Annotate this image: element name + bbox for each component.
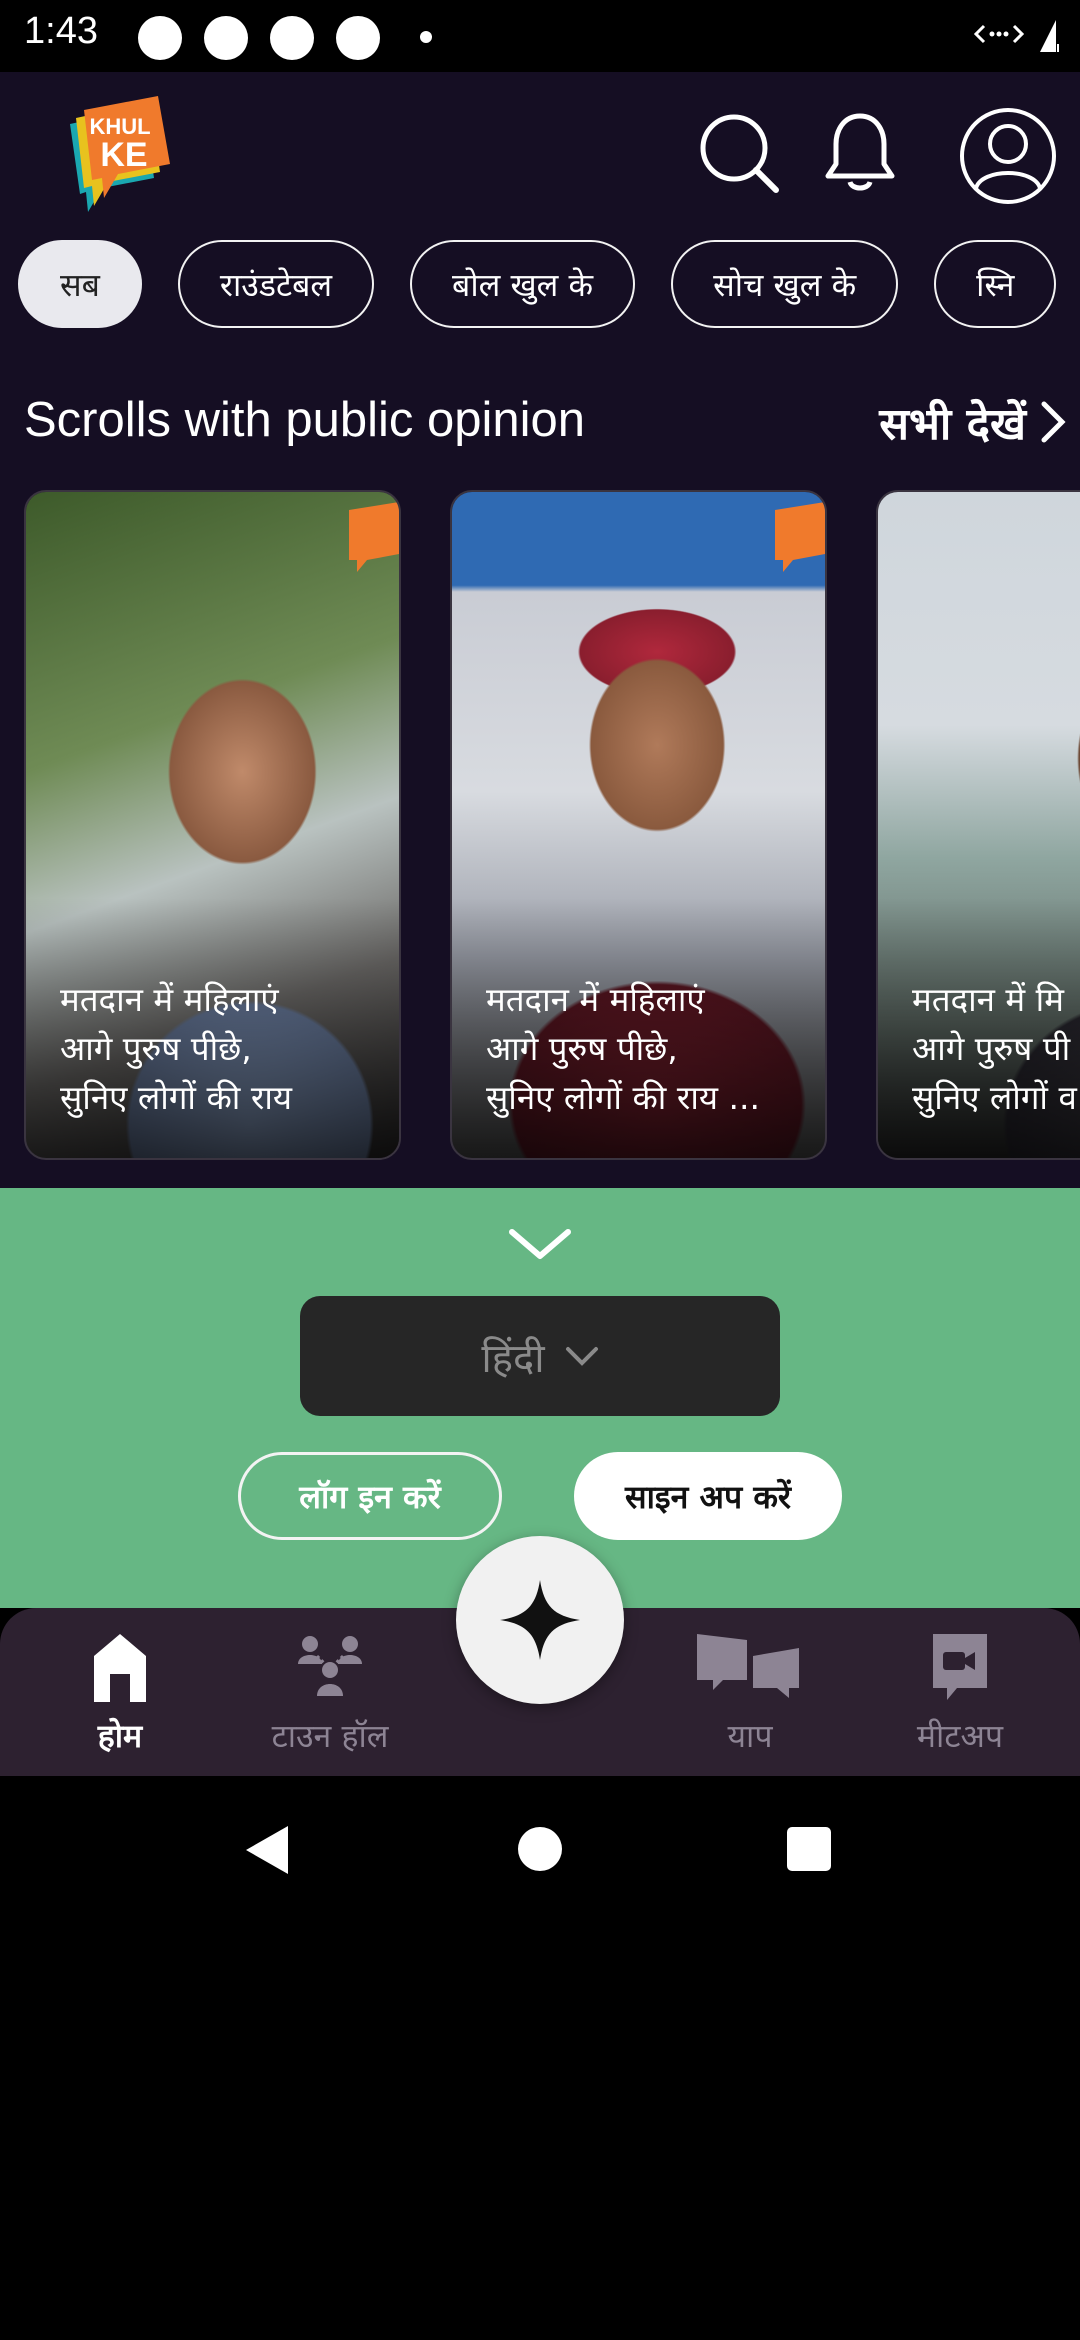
- status-time: 1:43: [24, 10, 98, 52]
- nav-item-townhall[interactable]: टाउन हॉल: [240, 1630, 420, 1757]
- yap-chat-icon: [697, 1634, 799, 1698]
- category-filter-bar: सब राउंडटेबल बोल खुल के सोच खुल के स्नि: [18, 240, 1057, 328]
- scroll-card[interactable]: मतदान में मि आगे पुरुष पी सुनिए लोगों व: [876, 490, 1080, 1160]
- recents-square-icon[interactable]: [786, 1826, 832, 1872]
- nav-item-meetup[interactable]: मीटअप: [870, 1630, 1050, 1757]
- status-bar: 1:43: [0, 0, 1080, 72]
- see-all-link[interactable]: सभी देखें: [879, 392, 1066, 452]
- profile-avatar-icon[interactable]: [958, 106, 1058, 206]
- filter-chip-roundtable[interactable]: राउंडटेबल: [177, 240, 375, 328]
- scroll-cards-carousel: मतदान में महिलाएं आगे पुरुष पीछे, सुनिए …: [24, 490, 1080, 1160]
- back-icon[interactable]: [242, 1824, 292, 1876]
- nav-label-townhall: टाउन हॉल: [271, 1717, 389, 1755]
- townhall-people-icon: [298, 1636, 362, 1696]
- language-selector[interactable]: हिंदी: [300, 1296, 780, 1416]
- battery-icon: [1040, 20, 1059, 52]
- app-content: KHUL KE सब राउंडटेबल बोल खुल के सोच खुल …: [0, 72, 1080, 1188]
- status-icons: [974, 14, 1060, 54]
- khulke-badge-icon: [769, 502, 825, 576]
- more-notifications-icon: [420, 31, 432, 43]
- nav-label-yap: याप: [727, 1717, 773, 1755]
- card-caption: मतदान में महिलाएं आगे पुरुष पीछे, सुनिए …: [60, 980, 293, 1117]
- nav-item-home[interactable]: होम: [30, 1630, 210, 1757]
- khulke-logo-icon: KHUL KE: [70, 96, 170, 212]
- data-signal-icon: [974, 24, 1024, 44]
- meetup-video-icon: [933, 1634, 987, 1700]
- filter-chip-all[interactable]: सब: [18, 240, 142, 328]
- card-caption: मतदान में मि आगे पुरुष पी सुनिए लोगों व: [912, 980, 1077, 1117]
- app-logo[interactable]: KHUL KE: [62, 94, 178, 216]
- chevron-down-icon: [565, 1347, 598, 1366]
- notification-icon: [204, 16, 248, 60]
- notification-icon: [138, 16, 182, 60]
- signup-button[interactable]: साइन अप करें: [574, 1452, 842, 1540]
- filter-chip-soch-khul-ke[interactable]: सोच खुल के: [671, 240, 899, 328]
- home-circle-icon[interactable]: [517, 1826, 563, 1872]
- filter-chip-more[interactable]: स्नि: [934, 240, 1057, 328]
- nav-label-meetup: मीटअप: [916, 1717, 1004, 1755]
- chevron-right-icon: [1041, 401, 1066, 443]
- filter-chip-bol-khul-ke[interactable]: बोल खुल के: [410, 240, 636, 328]
- scroll-card[interactable]: मतदान में महिलाएं आगे पुरुष पीछे, सुनिए …: [450, 490, 827, 1160]
- create-fab-button[interactable]: [456, 1536, 624, 1704]
- language-label: हिंदी: [481, 1335, 545, 1382]
- notification-icon: [270, 16, 314, 60]
- home-icon: [94, 1634, 146, 1702]
- scroll-card[interactable]: मतदान में महिलाएं आगे पुरुष पीछे, सुनिए …: [24, 490, 401, 1160]
- nav-label-home: होम: [97, 1717, 143, 1755]
- svg-text:KE: KE: [100, 136, 147, 174]
- nav-item-yap[interactable]: याप: [660, 1630, 840, 1757]
- search-icon[interactable]: [696, 110, 780, 194]
- see-all-label: सभी देखें: [879, 399, 1026, 450]
- collapse-chevron-icon[interactable]: [508, 1226, 572, 1262]
- notification-icon: [336, 16, 380, 60]
- khulke-badge-icon: [343, 502, 399, 576]
- card-caption: मतदान में महिलाएं आगे पुरुष पीछे, सुनिए …: [486, 980, 760, 1117]
- system-navigation-bar: [0, 1776, 1080, 1920]
- sparkle-star-icon: [500, 1580, 580, 1660]
- bell-icon[interactable]: [822, 110, 898, 194]
- login-button[interactable]: लॉग इन करें: [238, 1452, 502, 1540]
- section-title: Scrolls with public opinion: [24, 393, 586, 447]
